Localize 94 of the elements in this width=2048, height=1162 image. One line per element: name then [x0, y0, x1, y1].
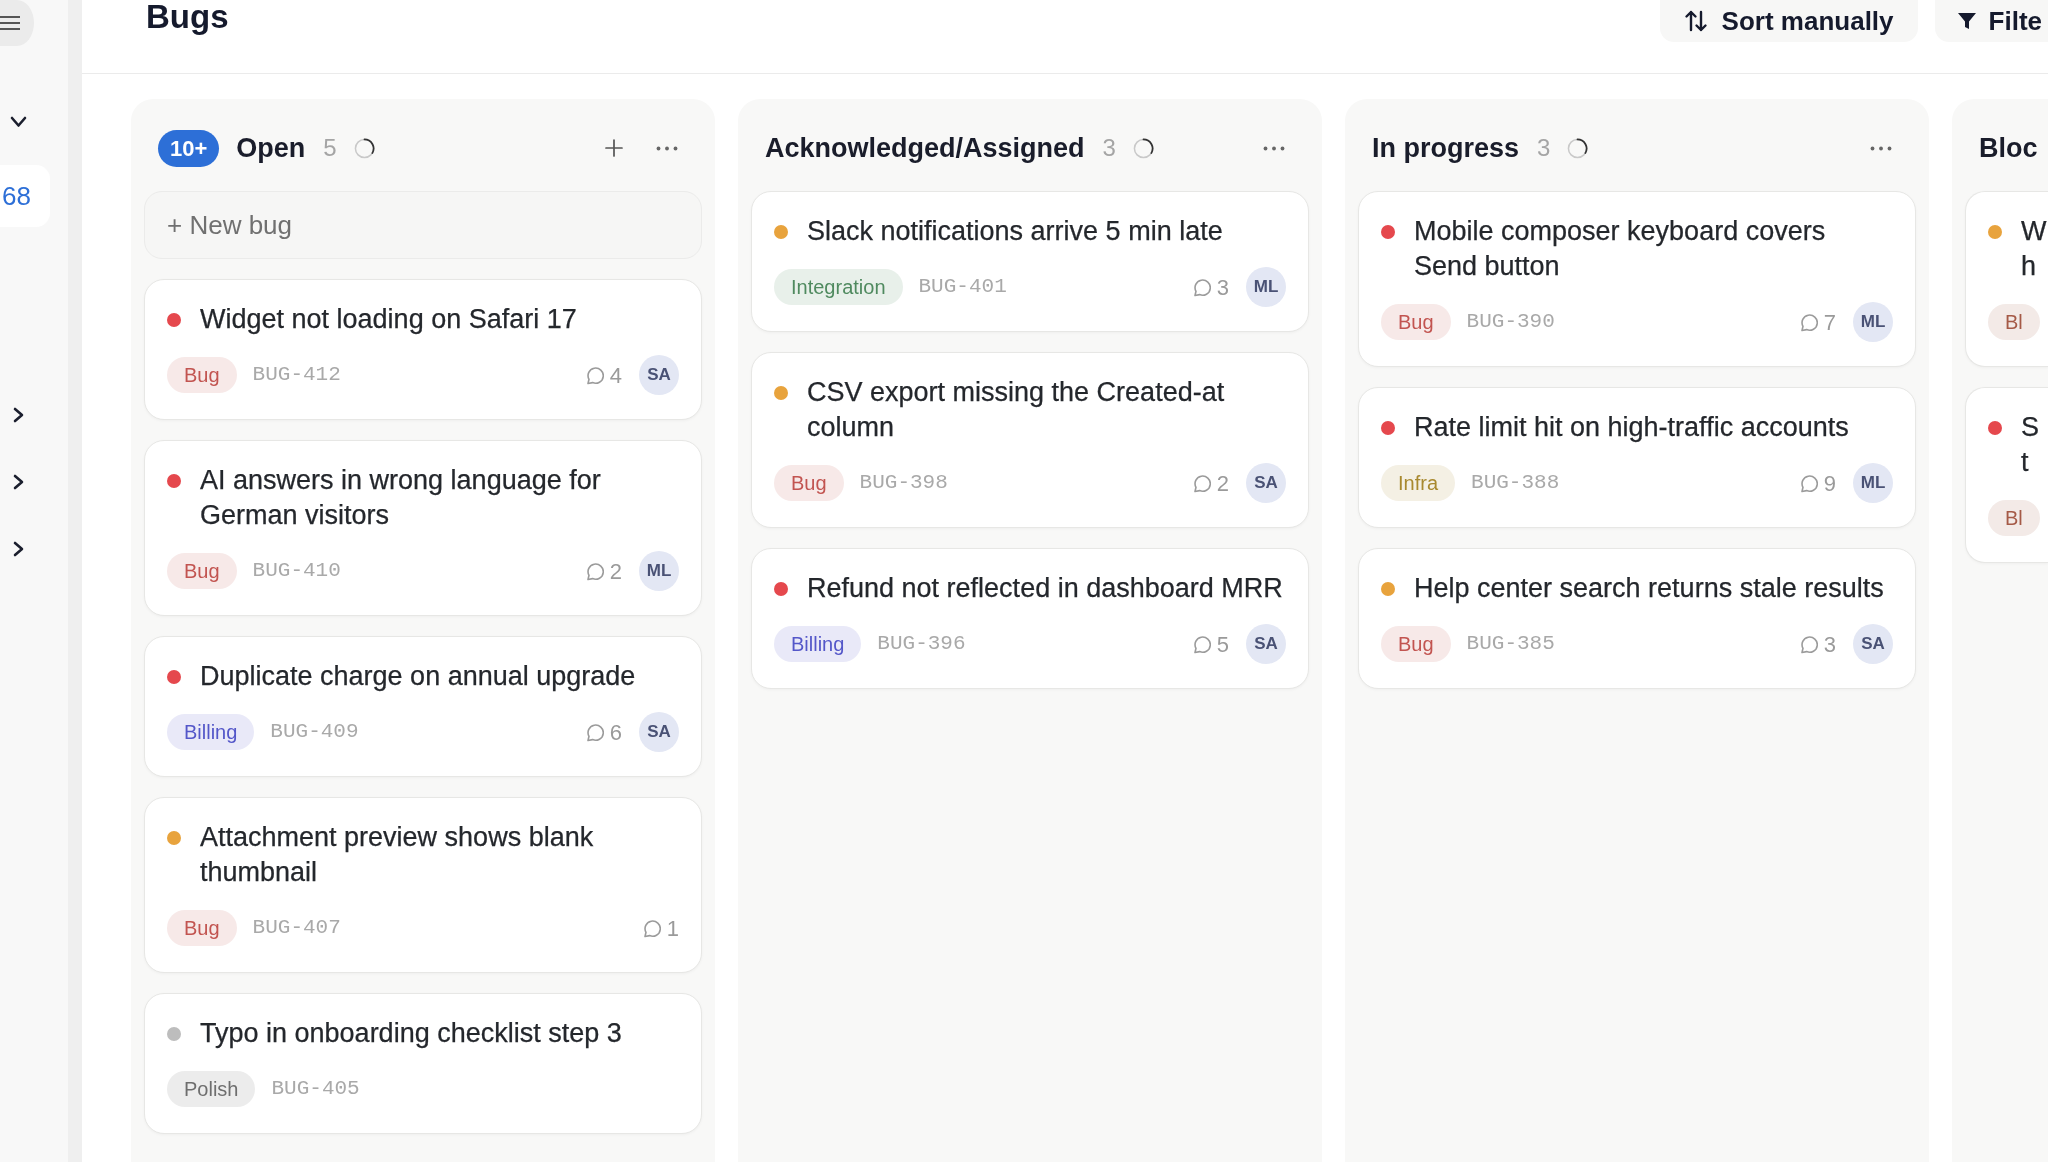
category-tag: Bug: [1381, 626, 1451, 662]
category-tag: Billing: [167, 714, 255, 750]
card-title: Duplicate charge on annual upgrade: [200, 660, 637, 693]
card-title: Refund not reflected in dashboard MRR: [807, 572, 1284, 605]
card-title: Rate limit hit on high-traffic accounts: [1414, 411, 1850, 444]
card-title: Slack notifications arrive 5 min late: [807, 215, 1224, 248]
assignee-avatar: SA: [639, 355, 679, 395]
bug-card[interactable]: CSV export missing the Created-at column Bug BUG-398 2 SA: [751, 352, 1309, 528]
new-bug-button[interactable]: + New bug: [144, 191, 702, 259]
menu-icon: [0, 15, 20, 31]
chevron-down-icon[interactable]: [9, 116, 27, 128]
more-icon[interactable]: [1263, 145, 1285, 151]
bug-card[interactable]: Slack notifications arrive 5 min late Integration BUG-401 3 ML: [751, 191, 1309, 332]
category-tag: Polish: [167, 1071, 256, 1107]
column-count: 5: [323, 133, 337, 163]
chevron-right-icon[interactable]: [12, 541, 24, 557]
bug-card[interactable]: Duplicate charge on annual upgrade Billing BUG-409 6 SA: [144, 636, 702, 777]
filter-button[interactable]: Filte: [1934, 0, 2048, 42]
category-tag: Infra: [1381, 465, 1456, 501]
assignee-avatar: ML: [1853, 302, 1893, 342]
bug-id: BUG-409: [270, 719, 359, 746]
card-title: CSV export missing the Created-at column: [807, 376, 1226, 444]
bug-id: BUG-388: [1471, 470, 1560, 497]
page-title: Bugs: [146, 0, 229, 33]
category-tag: Bug: [167, 357, 237, 393]
comment-count: 4: [609, 361, 622, 390]
comment-count: 2: [609, 557, 622, 586]
comment-count: 9: [1823, 469, 1836, 498]
bug-card[interactable]: AI answers in wrong language for German visitors Bug BUG-410 2 ML: [144, 440, 702, 616]
column-count: 3: [1102, 133, 1116, 163]
card-title: Widget not loading on Safari 17: [200, 303, 578, 336]
bug-card[interactable]: S t Bl: [1965, 387, 2048, 563]
comment-count: 2: [1216, 469, 1229, 498]
comment-count: 7: [1823, 308, 1836, 337]
column-title: In progress: [1372, 131, 1520, 165]
more-icon[interactable]: [1870, 145, 1892, 151]
comment-count: 5: [1216, 630, 1229, 659]
sidebar-item[interactable]: 68: [0, 165, 50, 227]
card-title: AI answers in wrong language for German visitors: [200, 464, 602, 532]
card-title: Typo in onboarding checklist step 3: [200, 1017, 623, 1050]
bug-card[interactable]: W h Bl: [1965, 191, 2048, 367]
card-title: Attachment preview shows blank thumbnail: [200, 821, 595, 889]
assignee-avatar: ML: [1853, 463, 1893, 503]
card-title: W h: [2021, 215, 2048, 283]
chevron-right-icon[interactable]: [12, 474, 24, 490]
card-title: Mobile composer keyboard covers Send button: [1414, 215, 1827, 283]
category-tag: Bug: [1381, 304, 1451, 340]
count-badge: 10+: [158, 129, 220, 167]
bug-id: BUG-398: [859, 470, 948, 497]
comment-count: 1: [666, 914, 679, 943]
assignee-avatar: SA: [639, 712, 679, 752]
category-tag: Bl: [1988, 500, 2040, 536]
category-tag: Bug: [167, 910, 237, 946]
bug-id: BUG-410: [252, 558, 341, 585]
column-title: Bloc: [1979, 131, 2038, 165]
bug-card[interactable]: Attachment preview shows blank thumbnail Bug BUG-407 1: [144, 797, 702, 973]
category-tag: Bug: [167, 553, 237, 589]
bug-id: BUG-390: [1466, 309, 1555, 336]
comment-count: 3: [1216, 273, 1229, 302]
bug-card[interactable]: Typo in onboarding checklist step 3 Polish BUG-405: [144, 993, 702, 1134]
column-title: Open: [236, 131, 306, 165]
bug-card[interactable]: Widget not loading on Safari 17 Bug BUG-412 4 SA: [144, 279, 702, 420]
chevron-right-icon[interactable]: [12, 407, 24, 423]
sort-button[interactable]: Sort manually: [1659, 0, 1918, 42]
category-tag: Billing: [774, 626, 862, 662]
bug-card[interactable]: Mobile composer keyboard covers Send button Bug BUG-390 7 ML: [1358, 191, 1916, 367]
assignee-avatar: SA: [1853, 624, 1893, 664]
assignee-avatar: SA: [1246, 463, 1286, 503]
more-icon[interactable]: [656, 145, 678, 151]
assignee-avatar: ML: [639, 551, 679, 591]
bug-id: BUG-405: [271, 1076, 360, 1103]
category-tag: Integration: [774, 269, 903, 305]
bug-card[interactable]: Refund not reflected in dashboard MRR Billing BUG-396 5 SA: [751, 548, 1309, 689]
bug-id: BUG-401: [918, 274, 1007, 301]
assignee-avatar: ML: [1246, 267, 1286, 307]
card-title: S t: [2021, 411, 2040, 479]
column-count: 3: [1537, 133, 1551, 163]
filter-icon: [1956, 11, 1977, 31]
bug-id: BUG-396: [877, 631, 966, 658]
comment-count: 3: [1823, 630, 1836, 659]
plus-icon[interactable]: [605, 139, 623, 157]
card-title: Help center search returns stale results: [1414, 572, 1885, 605]
column-title: Acknowledged/Assigned: [765, 131, 1085, 165]
category-tag: Bug: [774, 465, 844, 501]
bug-id: BUG-385: [1466, 631, 1555, 658]
assignee-avatar: SA: [1246, 624, 1286, 664]
bug-card[interactable]: Rate limit hit on high-traffic accounts Infra BUG-388 9 ML: [1358, 387, 1916, 528]
comment-count: 6: [609, 718, 622, 747]
sort-arrows-icon: [1683, 9, 1708, 33]
category-tag: Bl: [1988, 304, 2040, 340]
menu-button[interactable]: [0, 0, 34, 46]
bug-card[interactable]: Help center search returns stale results Bug BUG-385 3 SA: [1358, 548, 1916, 689]
bug-id: BUG-407: [252, 915, 341, 942]
bug-id: BUG-412: [252, 362, 341, 389]
